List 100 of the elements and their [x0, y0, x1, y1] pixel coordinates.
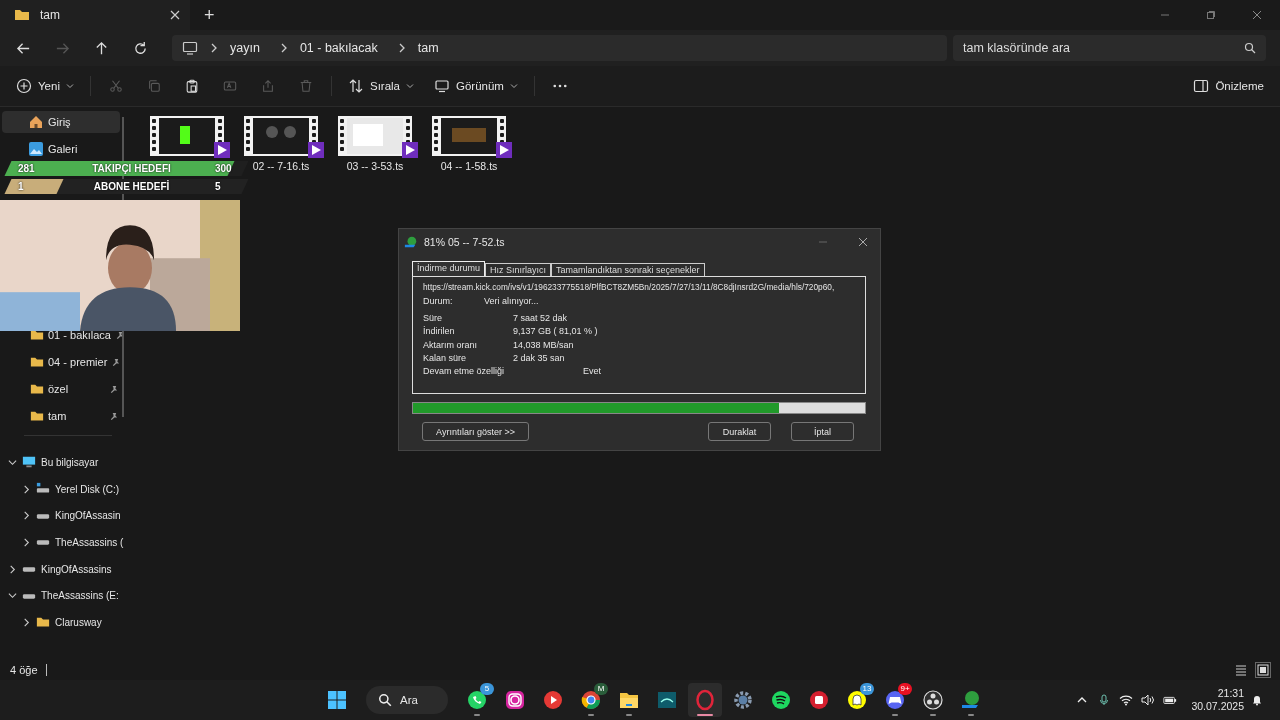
date: 30.07.2025 [1191, 700, 1244, 713]
field-label: İndirilen [423, 326, 456, 337]
sort-button[interactable]: Sırala [343, 74, 418, 98]
panel-icon [1193, 78, 1210, 94]
download-icon [404, 235, 418, 249]
breadcrumb[interactable]: tam [417, 41, 439, 55]
tree-item[interactable]: TheAssassins (E: [0, 582, 136, 610]
chevron-icon [279, 43, 288, 53]
wifi-icon[interactable] [1119, 694, 1134, 706]
play-badge-icon [402, 142, 418, 158]
windows-logo-icon [327, 690, 347, 710]
tree-item[interactable]: Yerel Disk (C:) [0, 475, 136, 503]
monitor-icon [182, 40, 198, 56]
plus-circle-icon [16, 78, 32, 94]
chevron-icon[interactable] [8, 564, 17, 574]
sidebar-item[interactable]: 04 - premier [2, 354, 120, 370]
browser-icon [580, 689, 602, 711]
bell-icon[interactable] [1250, 694, 1264, 706]
chevron-icon[interactable] [22, 617, 31, 627]
preview-button[interactable]: Önizleme [1189, 74, 1268, 98]
chevron-icon[interactable] [8, 457, 17, 467]
folder-icon [30, 409, 44, 423]
goal-target: 300 [215, 163, 233, 174]
sidebar-item[interactable]: Giriş [2, 111, 120, 133]
chevron-icon [210, 43, 218, 53]
field-value: Evet [583, 366, 601, 377]
new-tab-button[interactable]: + [190, 4, 229, 26]
new-button[interactable]: Yeni [12, 74, 78, 98]
chevron-icon [397, 43, 406, 53]
goal-target: 5 [215, 181, 222, 192]
taskbar-app[interactable] [688, 683, 722, 717]
battery-icon[interactable] [1163, 694, 1178, 706]
refresh-icon[interactable] [133, 40, 148, 56]
sidebar-item[interactable]: 01 - bakılaca [2, 327, 120, 343]
field-value: 7 saat 52 dak [513, 312, 568, 323]
dialog-tab[interactable]: Tamamlandıktan sonraki seçenekler [551, 263, 705, 276]
view-button[interactable]: Görünüm [430, 74, 522, 98]
dialog-title: 81% 05 -- 7-52.ts [424, 236, 505, 248]
tab-title: tam [40, 8, 61, 22]
close-icon[interactable] [858, 237, 868, 247]
tree-item[interactable]: Clarusway [0, 609, 136, 636]
sidebar-item[interactable]: özel [2, 381, 120, 397]
play-badge-icon [496, 142, 512, 158]
details-button[interactable]: Ayrıntıları göster >> [422, 422, 529, 441]
folder-tab[interactable]: tam [0, 0, 190, 30]
tree-item[interactable]: Bu bilgisayar [0, 449, 136, 476]
time: 21:31 [1217, 687, 1244, 700]
taskbar-search[interactable]: Ara [366, 686, 448, 714]
pin-icon [109, 411, 118, 421]
clock[interactable]: 21:31 30.07.2025 [1191, 687, 1244, 713]
breadcrumb[interactable]: yayın [230, 41, 260, 55]
folder-icon [30, 328, 44, 342]
caret-icon [509, 83, 518, 89]
taskbar-app[interactable]: M [574, 683, 608, 717]
list-view-icon[interactable] [1234, 663, 1248, 677]
goal-label: ABONE HEDEFİ [92, 181, 171, 192]
tree-item[interactable]: TheAssassins ( [0, 529, 136, 556]
cancel-button[interactable]: İptal [791, 422, 854, 441]
goal-current: 1 [17, 181, 25, 192]
field-value: 9,137 GB ( 81,01 % ) [513, 326, 598, 337]
search-field[interactable]: tam klasöründe ara [953, 35, 1266, 61]
address-bar[interactable]: yayın 01 - bakılacak tam [172, 35, 947, 61]
field-label: Süre [423, 312, 443, 323]
dialog-tab[interactable]: İndirme durumu [412, 261, 486, 276]
restore-icon[interactable] [1206, 10, 1216, 20]
file-name: 02 -- 7-16.ts [252, 160, 310, 172]
tree-item[interactable]: KingOfAssasins [0, 555, 136, 583]
close-icon[interactable] [170, 10, 180, 20]
chat-icon [466, 689, 488, 711]
up-arrow-icon[interactable] [94, 40, 109, 56]
chevron-icon[interactable] [22, 484, 31, 494]
file-name: 03 -- 3-53.ts [346, 160, 404, 172]
pause-button[interactable]: Duraklat [708, 422, 771, 441]
more-icon[interactable] [552, 84, 567, 88]
chevron-icon[interactable] [8, 591, 17, 601]
item-count: 4 öğe [10, 664, 38, 676]
sidebar-item[interactable]: tam [2, 408, 120, 424]
field-value: Veri alınıyor... [484, 295, 539, 306]
field-value: 14,038 MB/san [513, 339, 574, 350]
tile-icon [656, 689, 678, 711]
chevron-icon[interactable] [22, 511, 31, 521]
house-icon [28, 114, 44, 130]
tiles-view-icon[interactable] [1256, 663, 1270, 677]
speaker-icon[interactable] [1141, 694, 1156, 706]
monitor-icon [22, 455, 36, 470]
breadcrumb[interactable]: 01 - bakılacak [299, 41, 378, 55]
goal-label: TAKIPÇI HEDEFI [91, 163, 172, 174]
clipboard-icon[interactable] [184, 79, 199, 93]
taskbar-app[interactable]: 9+ [878, 683, 912, 717]
notification-badge: 9+ [898, 683, 912, 695]
search-icon [1244, 42, 1256, 54]
chevron-icon[interactable] [22, 537, 31, 547]
monitor-icon [434, 78, 450, 94]
field-label: Aktarım oranı [423, 339, 479, 350]
sidebar-item[interactable]: Galeri [2, 138, 120, 160]
dialog-tab[interactable]: Hız Sınırlayıcı [485, 263, 552, 276]
tree-item[interactable]: KingOfAssasin [0, 502, 136, 530]
caret-icon [406, 83, 414, 89]
close-icon[interactable] [1252, 10, 1262, 20]
caret-icon [65, 83, 74, 89]
